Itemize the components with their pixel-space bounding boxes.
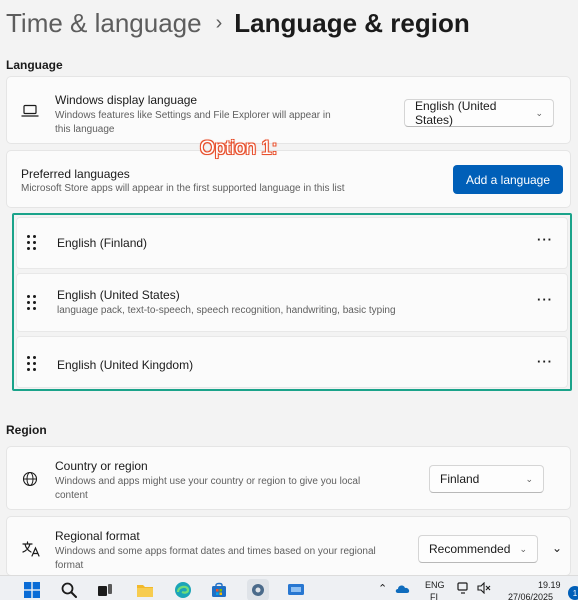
display-language-dropdown[interactable]: English (United States) ⌄	[404, 99, 554, 127]
more-options-icon[interactable]: ···	[537, 354, 553, 369]
breadcrumb: Time & language › Language & region	[6, 8, 470, 39]
regional-format-card[interactable]: Regional format Windows and some apps fo…	[6, 516, 571, 576]
display-language-description: Windows features like Settings and File …	[55, 110, 331, 135]
language-item-english-united-states[interactable]: English (United States) language pack, t…	[16, 273, 568, 332]
drag-handle-icon[interactable]	[27, 235, 37, 250]
country-region-dropdown[interactable]: Finland ⌄	[429, 465, 544, 493]
chevron-down-icon: ⌄	[535, 107, 543, 118]
display-language-value: English (United States)	[415, 99, 497, 127]
regional-format-title: Regional format	[55, 529, 140, 543]
clock-date[interactable]: 27/06/2025	[508, 592, 553, 600]
remote-desktop-icon[interactable]	[287, 581, 305, 599]
laptop-icon	[21, 103, 39, 119]
option-annotation: Option 1:	[200, 138, 278, 159]
regional-format-description: Windows and some apps format dates and t…	[55, 546, 376, 571]
display-language-card: Windows display language Windows feature…	[6, 76, 571, 144]
drag-handle-icon[interactable]	[27, 356, 37, 371]
country-region-card: Country or region Windows and apps might…	[6, 446, 571, 510]
language-item-english-united-kingdom[interactable]: English (United Kingdom) ···	[16, 336, 568, 388]
clock-time[interactable]: 19.19	[538, 580, 561, 590]
language-name: English (United Kingdom)	[57, 358, 194, 372]
onedrive-icon[interactable]	[395, 582, 411, 596]
chevron-down-icon: ⌄	[519, 543, 527, 554]
volume-muted-icon[interactable]	[476, 581, 492, 595]
taskbar: ⌃ ENG FI 19.19 27/06/2025 1	[0, 575, 578, 600]
regional-format-dropdown[interactable]: Recommended ⌄	[418, 535, 538, 563]
task-view-icon[interactable]	[96, 581, 114, 599]
preferred-languages-title: Preferred languages	[21, 167, 130, 181]
file-explorer-icon[interactable]	[136, 581, 154, 599]
drag-handle-icon[interactable]	[27, 295, 37, 310]
notification-badge[interactable]: 1	[568, 586, 578, 600]
network-icon[interactable]	[456, 581, 472, 595]
store-icon[interactable]	[210, 581, 228, 599]
display-language-title: Windows display language	[55, 93, 198, 107]
chevron-right-icon: ›	[215, 12, 223, 34]
language-format-icon	[21, 540, 41, 558]
country-region-title: Country or region	[55, 459, 148, 473]
edge-icon[interactable]	[174, 581, 192, 599]
country-region-description: Windows and apps might use your country …	[55, 476, 361, 501]
input-language-bottom[interactable]: FI	[430, 592, 438, 600]
page-title: Language & region	[234, 8, 470, 38]
country-region-value: Finland	[440, 472, 480, 486]
region-section-label: Region	[6, 423, 47, 437]
preferred-languages-card: Preferred languages Microsoft Store apps…	[6, 150, 571, 208]
language-item-english-finland[interactable]: English (Finland) ···	[16, 217, 568, 269]
chevron-up-icon[interactable]: ⌃	[378, 584, 387, 595]
settings-icon[interactable]	[247, 579, 269, 600]
regional-format-value: Recommended	[429, 542, 511, 556]
language-features: language pack, text-to-speech, speech re…	[57, 305, 396, 316]
expand-chevron-icon[interactable]: ⌄	[552, 541, 562, 555]
start-icon[interactable]	[23, 581, 41, 599]
chevron-down-icon: ⌄	[525, 473, 533, 484]
preferred-languages-description: Microsoft Store apps will appear in the …	[21, 183, 345, 194]
language-name: English (Finland)	[57, 236, 148, 250]
language-name: English (United States)	[57, 288, 180, 302]
breadcrumb-time-language[interactable]: Time & language	[6, 8, 202, 39]
more-options-icon[interactable]: ···	[537, 232, 553, 247]
language-section-label: Language	[6, 58, 63, 72]
add-language-button[interactable]: Add a language	[453, 165, 563, 194]
search-icon[interactable]	[60, 581, 78, 599]
globe-icon	[21, 470, 39, 488]
more-options-icon[interactable]: ···	[537, 292, 553, 307]
input-language-top[interactable]: ENG	[425, 580, 445, 590]
